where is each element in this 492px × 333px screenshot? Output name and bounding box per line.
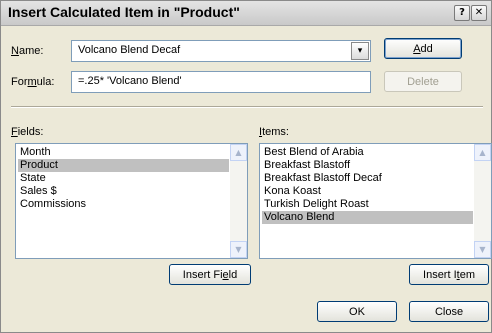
chevron-down-icon[interactable]: ▾ (351, 42, 369, 60)
items-scrollbar[interactable]: ▲ ▼ (474, 144, 491, 258)
delete-button[interactable]: Delete (384, 71, 462, 92)
scroll-up-icon[interactable]: ▲ (474, 144, 491, 161)
formula-input[interactable]: =.25* 'Volcano Blend' (71, 71, 371, 93)
list-item[interactable]: Kona Koast (262, 185, 473, 198)
formula-value: =.25* 'Volcano Blend' (78, 75, 182, 87)
insert-field-button[interactable]: Insert Field (169, 264, 251, 285)
insert-calculated-item-dialog: Insert Calculated Item in "Product" ? ✕ … (0, 0, 492, 333)
list-item[interactable]: Sales $ (18, 185, 229, 198)
list-item[interactable]: Product (18, 159, 229, 172)
add-button[interactable]: Add (384, 38, 462, 59)
scroll-down-icon[interactable]: ▼ (230, 241, 247, 258)
list-item[interactable]: Commissions (18, 198, 229, 211)
list-item[interactable]: Turkish Delight Roast (262, 198, 473, 211)
list-item[interactable]: Month (18, 146, 229, 159)
list-item[interactable]: Volcano Blend (262, 211, 473, 224)
fields-label: Fields: (11, 126, 44, 138)
items-listbox[interactable]: Best Blend of Arabia Breakfast Blastoff Br… (259, 143, 492, 259)
ok-button[interactable]: OK (317, 301, 397, 322)
title-bar[interactable]: Insert Calculated Item in "Product" ? ✕ (1, 1, 491, 26)
scroll-down-icon[interactable]: ▼ (474, 241, 491, 258)
separator (11, 106, 483, 108)
close-icon[interactable]: ✕ (471, 5, 487, 21)
list-item[interactable]: Best Blend of Arabia (262, 146, 473, 159)
fields-listbox[interactable]: Month Product State Sales $ Commissions ▲ ▼ (15, 143, 248, 259)
scroll-up-icon[interactable]: ▲ (230, 144, 247, 161)
formula-label: Formula: (11, 76, 55, 88)
list-item[interactable]: State (18, 172, 229, 185)
insert-item-button[interactable]: Insert Item (409, 264, 489, 285)
help-icon[interactable]: ? (454, 5, 470, 21)
items-list: Best Blend of Arabia Breakfast Blastoff Br… (262, 146, 473, 224)
list-item[interactable]: Breakfast Blastoff (262, 159, 473, 172)
name-value: Volcano Blend Decaf (78, 44, 181, 56)
name-combobox[interactable]: Volcano Blend Decaf ▾ (71, 40, 371, 62)
name-label: Name: (11, 45, 44, 57)
list-item[interactable]: Breakfast Blastoff Decaf (262, 172, 473, 185)
items-label: Items: (259, 126, 289, 138)
fields-scrollbar[interactable]: ▲ ▼ (230, 144, 247, 258)
dialog-title: Insert Calculated Item in "Product" (8, 4, 240, 20)
fields-list: Month Product State Sales $ Commissions (18, 146, 229, 211)
close-button[interactable]: Close (409, 301, 489, 322)
